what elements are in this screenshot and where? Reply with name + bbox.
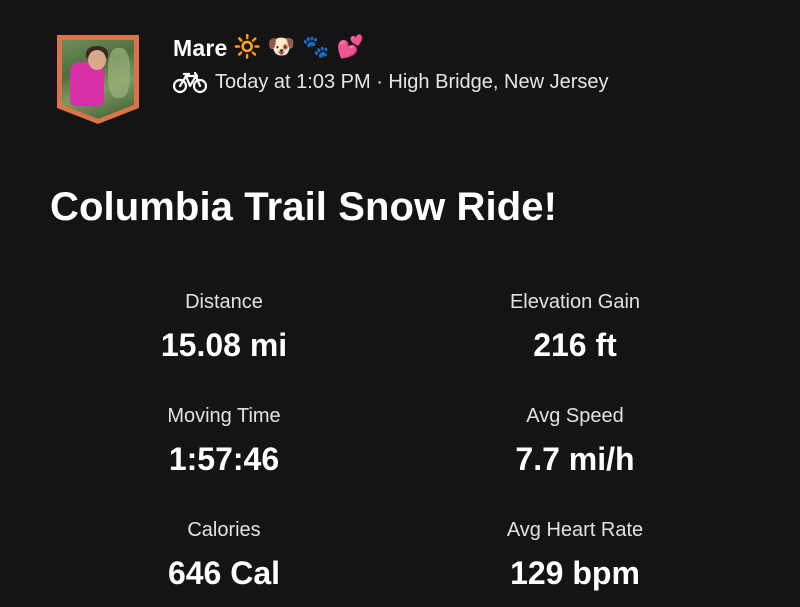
- stat-value: 7.7 mi/h: [515, 441, 635, 477]
- stat-calories: Calories 646 Cal: [74, 516, 374, 593]
- stat-label: Calories: [187, 519, 261, 541]
- activity-meta: Today at 1:03 PM · High Bridge, New Jers…: [172, 71, 609, 94]
- activity-card: Mare 🔆 🐶 🐾 💕 Today at 1:03 PM · High Bri…: [0, 0, 800, 607]
- stat-value: 1:57:46: [168, 441, 280, 477]
- stat-label: Avg Heart Rate: [506, 519, 644, 541]
- stat-label: Distance: [185, 291, 263, 313]
- athlete-name[interactable]: Mare: [173, 35, 228, 62]
- avatar-photo-foliage: [108, 48, 130, 98]
- stat-avg-speed: Avg Speed 7.7 mi/h: [425, 402, 725, 479]
- stat-moving-time: Moving Time 1:57:46: [74, 402, 374, 479]
- activity-header: Mare 🔆 🐶 🐾 💕 Today at 1:03 PM · High Bri…: [57, 35, 609, 124]
- athlete-name-row[interactable]: Mare 🔆 🐶 🐾 💕: [173, 33, 609, 63]
- avatar[interactable]: [57, 35, 139, 124]
- stat-label: Elevation Gain: [509, 291, 641, 313]
- header-text: Mare 🔆 🐶 🐾 💕 Today at 1:03 PM · High Bri…: [172, 33, 609, 94]
- stat-value: 646 Cal: [167, 555, 281, 591]
- stat-value: 129 bpm: [510, 555, 640, 591]
- activity-time-location: Today at 1:03 PM · High Bridge, New Jers…: [215, 71, 609, 93]
- avatar-photo: [62, 40, 134, 119]
- activity-title[interactable]: Columbia Trail Snow Ride!: [50, 183, 557, 231]
- stat-distance: Distance 15.08 mi: [74, 288, 374, 365]
- stat-value: 216 ft: [533, 327, 617, 363]
- stat-label: Moving Time: [167, 405, 281, 427]
- bike-icon: [172, 71, 208, 94]
- avatar-photo-face: [88, 50, 106, 70]
- stat-elevation-gain: Elevation Gain 216 ft: [425, 288, 725, 365]
- stat-label: Avg Speed: [526, 405, 624, 427]
- stat-value: 15.08 mi: [160, 327, 288, 363]
- name-emojis: 🔆 🐶 🐾 💕: [233, 35, 365, 60]
- stat-avg-heart-rate: Avg Heart Rate 129 bpm: [425, 516, 725, 593]
